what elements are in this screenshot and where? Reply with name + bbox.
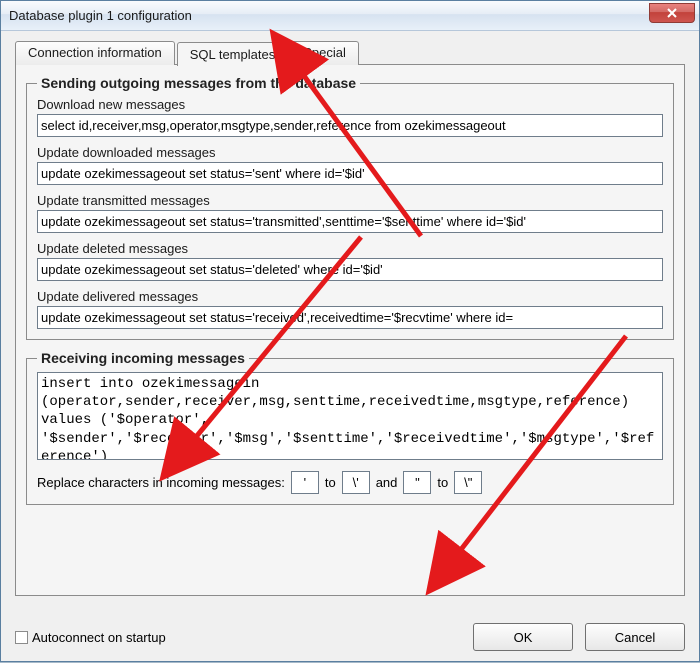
- update-transmitted-messages-input[interactable]: [37, 210, 663, 233]
- outgoing-legend: Sending outgoing messages from the datab…: [37, 75, 360, 91]
- close-button[interactable]: [649, 3, 695, 23]
- ok-button[interactable]: OK: [473, 623, 573, 651]
- titlebar: Database plugin 1 configuration: [1, 1, 699, 31]
- incoming-insert-input[interactable]: [37, 372, 663, 460]
- update-deleted-messages-input[interactable]: [37, 258, 663, 281]
- client-area: Connection information SQL templates Spe…: [1, 31, 699, 661]
- repl-to-word-2: to: [437, 475, 448, 490]
- repl-to-2[interactable]: [454, 471, 482, 494]
- dialog-footer: Autoconnect on startup OK Cancel: [15, 623, 685, 651]
- tab-strip: Connection information SQL templates Spe…: [15, 41, 685, 65]
- config-window: Database plugin 1 configuration Connecti…: [0, 0, 700, 662]
- update-delivered-messages-input[interactable]: [37, 306, 663, 329]
- update-delivered-messages-label: Update delivered messages: [37, 289, 663, 304]
- repl-and: and: [376, 475, 398, 490]
- repl-from-2[interactable]: [403, 471, 431, 494]
- download-new-messages-label: Download new messages: [37, 97, 663, 112]
- replace-characters-row: Replace characters in incoming messages:…: [37, 471, 663, 494]
- repl-label: Replace characters in incoming messages:: [37, 475, 285, 490]
- update-downloaded-messages-label: Update downloaded messages: [37, 145, 663, 160]
- update-downloaded-messages-input[interactable]: [37, 162, 663, 185]
- repl-to-word-1: to: [325, 475, 336, 490]
- tab-page-sql-templates: Sending outgoing messages from the datab…: [15, 64, 685, 596]
- cancel-button[interactable]: Cancel: [585, 623, 685, 651]
- update-deleted-messages-label: Update deleted messages: [37, 241, 663, 256]
- update-transmitted-messages-label: Update transmitted messages: [37, 193, 663, 208]
- repl-to-1[interactable]: [342, 471, 370, 494]
- autoconnect-checkbox-wrap[interactable]: Autoconnect on startup: [15, 630, 461, 645]
- tab-special[interactable]: Special: [290, 41, 359, 65]
- tab-sql-templates[interactable]: SQL templates: [177, 42, 289, 66]
- autoconnect-checkbox[interactable]: [15, 631, 28, 644]
- fieldset-outgoing: Sending outgoing messages from the datab…: [26, 75, 674, 340]
- incoming-legend: Receiving incoming messages: [37, 350, 249, 366]
- window-title: Database plugin 1 configuration: [9, 8, 192, 23]
- fieldset-incoming: Receiving incoming messages Replace char…: [26, 350, 674, 505]
- tab-connection-information[interactable]: Connection information: [15, 41, 175, 65]
- download-new-messages-input[interactable]: [37, 114, 663, 137]
- repl-from-1[interactable]: [291, 471, 319, 494]
- autoconnect-label: Autoconnect on startup: [32, 630, 166, 645]
- close-icon: [667, 8, 677, 18]
